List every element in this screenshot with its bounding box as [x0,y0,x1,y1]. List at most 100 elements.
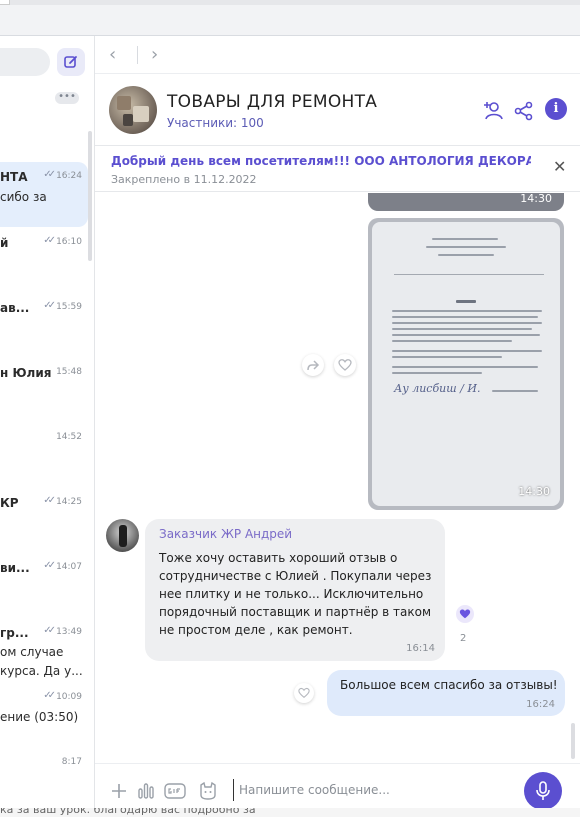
avatar-shape [123,114,133,126]
forward-arrow-icon[interactable]: › [151,44,158,65]
chat-list-item[interactable]: ✓✓ 10:09 ение (03:50) [0,683,88,748]
chat-header: ТОВАРЫ ДЛЯ РЕМОНТА Участники: 100 i [95,74,580,146]
chat-list-item[interactable]: 14:52 [0,423,88,488]
top-divider [0,0,580,5]
add-member-button[interactable] [482,100,504,122]
avatar-shape [117,96,131,110]
chat-list-item[interactable]: гр... ✓✓ 13:49 ом случае курса. Да у... [0,618,88,683]
microphone-icon [536,781,550,800]
chat-name: й [0,236,9,250]
pinned-message-bar[interactable]: Добрый день всем посетителям!!! ООО АНТО… [95,146,580,192]
message-list: 14:30 Ау лисбиш / И. 14:30 Заказчик ЖР А… [95,193,580,763]
doc-line [426,246,506,248]
background-text: ка за ваш урок. благодарю вас подробно з… [0,808,256,816]
chat-time: 16:24 [56,171,82,181]
share-button[interactable] [513,100,535,122]
chat-name: ви... [0,561,30,575]
doc-line [392,322,542,324]
search-input[interactable] [0,48,50,76]
sidebar-scrollbar[interactable] [88,131,92,261]
doc-line [392,310,542,312]
read-check-icon: ✓✓ [43,690,56,701]
background-window-strip: ка за ваш урок. благодарю вас подробно з… [0,808,580,817]
pinned-date: Закреплено в 11.12.2022 [111,173,257,186]
chat-list-item[interactable]: НТА ✓✓ 16:24 сибо за [0,162,88,227]
message-input[interactable]: Напишите сообщение... [233,779,513,801]
chat-preview: ом случае [0,645,64,659]
chat-name: КР [0,496,19,510]
chat-time: 10:09 [56,692,82,702]
share-button[interactable] [302,354,324,376]
edit-icon [64,56,77,68]
message-time: 16:24 [526,699,555,710]
bar-chart-icon [138,783,154,799]
chat-name: ав... [0,301,30,315]
chat-time: 14:52 [56,432,82,442]
attach-button[interactable] [108,780,130,802]
doc-line [392,372,482,374]
chat-preview-line2: курса. Да у... [0,664,83,678]
heart-icon [298,687,310,698]
incoming-message[interactable]: Заказчик ЖР Андрей Тоже хочу оставить хо… [145,519,445,661]
poll-button[interactable] [135,780,157,802]
chat-time: 14:07 [56,562,82,572]
more-options-button[interactable]: ••• [55,92,79,104]
doc-line [438,254,494,256]
compose-button[interactable] [57,48,85,76]
share-icon [514,101,533,121]
chat-list-item[interactable]: н Юлия 15:48 [0,358,88,423]
chat-list-item[interactable]: 8:17 [0,748,88,813]
window-top-strip [0,0,580,36]
message-time: 14:30 [518,485,550,498]
info-button[interactable]: i [545,98,567,120]
chat-list-item[interactable]: й ✓✓ 16:10 [0,228,88,293]
navigation-bar: ‹ › [95,36,580,74]
gif-button[interactable] [164,780,188,802]
chat-list-item[interactable]: КР ✓✓ 14:25 [0,488,88,553]
gif-icon [164,783,186,799]
message-author[interactable]: Заказчик ЖР Андрей [159,527,292,541]
doc-line [392,350,542,352]
plus-icon [112,784,126,798]
nav-separator [137,46,138,64]
message-time: 16:14 [406,643,435,654]
close-icon[interactable]: ✕ [553,157,566,176]
doc-line [392,316,538,318]
sticker-button[interactable] [197,780,219,802]
like-button[interactable] [294,683,314,703]
messages-scrollbar[interactable] [571,723,575,759]
chat-time: 16:10 [56,237,82,247]
outgoing-message[interactable]: Большое всем спасибо за отзывы! 16:24 [327,670,565,716]
reaction-count: 2 [460,633,467,644]
reaction-badge[interactable] [456,605,474,623]
message-time: 14:30 [520,193,552,205]
doc-line [492,390,538,392]
image-message[interactable]: 14:30 [368,193,564,211]
sticker-icon [200,781,216,800]
avatar[interactable] [106,519,139,552]
signature: Ау лисбиш / И. [394,382,481,395]
top-corner [0,0,10,5]
heart-icon [459,609,471,619]
chat-name: н Юлия [0,366,52,380]
chat-time: 8:17 [61,757,82,767]
back-arrow-icon[interactable]: ‹ [109,44,116,65]
voice-message-button[interactable] [524,772,562,810]
read-check-icon: ✓✓ [43,300,56,311]
chat-time: 15:48 [56,367,82,377]
document-photo: Ау лисбиш / И. 14:30 [372,222,560,506]
app-window: ••• НТА ✓✓ 16:24 сибо за й ✓✓ 16:10 ав..… [0,0,580,817]
chat-list-item[interactable]: ав... ✓✓ 15:59 [0,293,88,358]
image-message[interactable]: Ау лисбиш / И. 14:30 [368,218,564,510]
doc-line [392,328,532,330]
chat-preview: сибо за [0,190,47,204]
members-count[interactable]: Участники: 100 [167,116,264,130]
read-check-icon: ✓✓ [43,495,56,506]
add-user-icon [484,102,503,120]
doc-heading [456,300,476,303]
chat-list-item[interactable]: ви... ✓✓ 14:07 [0,553,88,618]
chat-title[interactable]: ТОВАРЫ ДЛЯ РЕМОНТА [167,92,377,112]
chat-list-sidebar: ••• НТА ✓✓ 16:24 сибо за й ✓✓ 16:10 ав..… [0,36,95,817]
like-button[interactable] [334,354,356,376]
group-avatar[interactable] [109,86,157,134]
